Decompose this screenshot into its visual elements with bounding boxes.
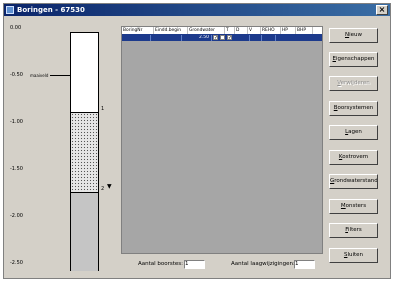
- depth-tick-label: -2.00: [10, 213, 23, 219]
- table-cell[interactable]: [233, 34, 250, 41]
- depth-tick-label: 0.00: [10, 25, 22, 31]
- col-header[interactable]: V: [248, 27, 261, 34]
- groundwater-level-button[interactable]: Grondwaterstand: [329, 174, 378, 189]
- layer-marker: 2: [101, 186, 105, 192]
- layer-marker: 1: [101, 106, 105, 112]
- count-label: Aantal boorstes:: [138, 261, 184, 267]
- new-button[interactable]: Nieuw: [329, 28, 378, 43]
- depth-tick-label: -1.50: [10, 166, 23, 172]
- col-header[interactable]: Eindd.begin: [154, 27, 188, 34]
- table-cell[interactable]: [250, 34, 262, 41]
- button-label: Kostrovem: [338, 154, 369, 160]
- table-row[interactable]: 2.50 ✓ ✓: [122, 34, 322, 41]
- access-key: K: [338, 154, 343, 160]
- bore-column[interactable]: [70, 32, 99, 271]
- access-key: E: [332, 56, 336, 62]
- col-header[interactable]: BHP: [296, 27, 313, 34]
- button-label: Verwijderen: [337, 80, 370, 86]
- close-button[interactable]: ×: [376, 5, 388, 15]
- button-label: Nieuw: [344, 32, 363, 38]
- changes-field[interactable]: 1: [294, 260, 315, 269]
- properties-button[interactable]: Eigenschappen: [329, 52, 378, 67]
- col-header[interactable]: Grondwater: [188, 27, 225, 34]
- samples-button[interactable]: Monsters: [329, 199, 378, 214]
- button-label: Eigenschappen: [332, 56, 375, 62]
- table-cell[interactable]: [122, 34, 151, 41]
- groundwater-marker-icon: ▼: [107, 183, 112, 190]
- access-key: S: [343, 252, 348, 258]
- button-label: Filters: [345, 227, 362, 233]
- kostrovem-button[interactable]: Kostrovem: [329, 150, 378, 165]
- col-header[interactable]: D: [235, 27, 248, 34]
- window-title: Boringen - 67530: [17, 6, 85, 14]
- col-header[interactable]: BoringNr: [122, 27, 154, 34]
- button-label: Lagen: [345, 129, 362, 135]
- boring-table[interactable]: BoringNr Eindd.begin Grondwater T D V RE…: [121, 26, 323, 254]
- soil-layer-sand[interactable]: [71, 112, 98, 193]
- title-bar: Boringen - 67530 ×: [4, 4, 390, 16]
- depth-tick-label: -0.50: [10, 72, 23, 78]
- bore-systems-button[interactable]: Boorsystemen: [329, 101, 378, 116]
- access-key: B: [333, 105, 338, 111]
- access-key: M: [340, 203, 346, 209]
- delete-button[interactable]: Verwijderen: [329, 76, 378, 91]
- surface-line: [50, 75, 70, 76]
- depth-tick-label: -2.50: [10, 260, 23, 266]
- changes-label: Aantal laagwijzigingen:: [231, 261, 295, 267]
- close-dialog-button[interactable]: Sluiten: [329, 248, 378, 263]
- soil-layer-clay[interactable]: [71, 192, 98, 271]
- col-header[interactable]: HP: [281, 27, 296, 34]
- access-key: L: [345, 129, 349, 135]
- filters-button[interactable]: Filters: [329, 223, 378, 238]
- surface-label: maaiveld: [30, 73, 49, 78]
- button-label: Grondwaterstand: [330, 178, 378, 184]
- table-cell[interactable]: [262, 34, 276, 41]
- button-label: Boorsystemen: [333, 105, 374, 111]
- depth-tick-label: -1.00: [10, 119, 23, 125]
- button-label: Monsters: [340, 203, 367, 209]
- checkbox-d[interactable]: [220, 35, 225, 40]
- access-key: F: [345, 227, 349, 233]
- col-header[interactable]: T: [225, 27, 235, 34]
- checkbox-t[interactable]: ✓: [213, 35, 218, 41]
- table-cell[interactable]: [151, 34, 182, 41]
- count-field[interactable]: 1: [184, 260, 205, 269]
- access-key: V: [337, 80, 341, 86]
- layers-button[interactable]: Lagen: [329, 125, 378, 140]
- access-key: G: [330, 178, 335, 184]
- button-label: Sluiten: [343, 252, 364, 258]
- checkbox-v[interactable]: ✓: [227, 35, 232, 41]
- main-window: Boringen - 67530 × 0.00 -0.50 -1.00 -1.5…: [3, 3, 391, 279]
- col-header[interactable]: REHO: [261, 27, 281, 34]
- app-icon: [6, 6, 14, 14]
- access-key: N: [344, 32, 350, 38]
- table-cell[interactable]: 2.50: [182, 34, 212, 41]
